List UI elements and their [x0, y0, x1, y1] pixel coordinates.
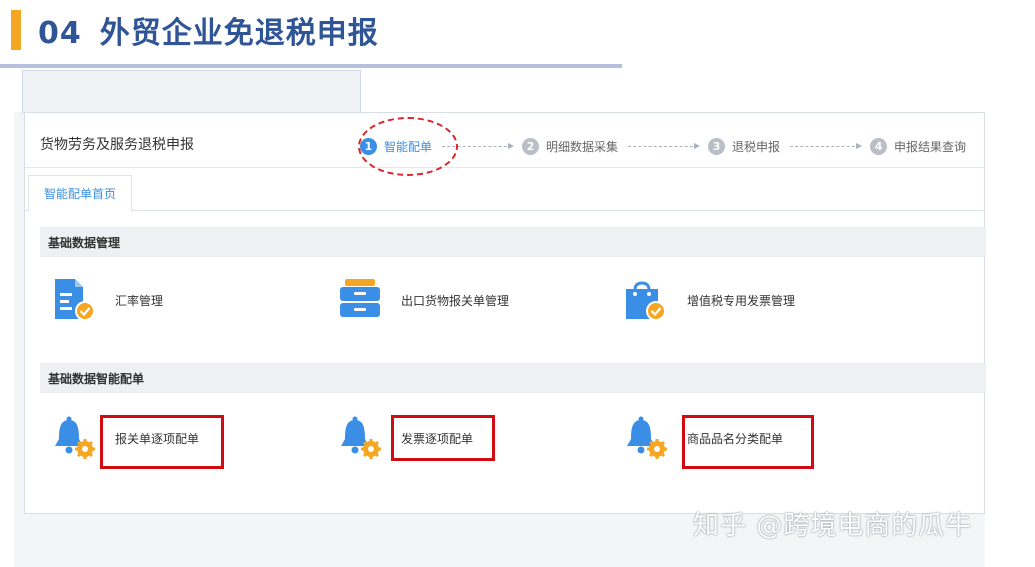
- tile-label: 增值税专用发票管理: [687, 293, 796, 308]
- step-4-label: 申报结果查询: [894, 139, 967, 154]
- highlight-box: [100, 415, 224, 469]
- bell-gear-icon: [623, 415, 669, 461]
- page-title: 货物劳务及服务退税申报: [40, 137, 194, 153]
- tile-customs-declaration[interactable]: 出口货物报关单管理: [337, 277, 509, 323]
- step-3[interactable]: 3 退税申报: [708, 137, 781, 155]
- cabinet-drawer-icon: [337, 277, 383, 323]
- tile-label: 汇率管理: [115, 293, 164, 308]
- bell-gear-icon: [337, 415, 383, 461]
- watermark: 知乎 @跨境电商的瓜牛: [693, 511, 973, 541]
- step-arrow: [790, 142, 863, 149]
- highlight-box: [682, 415, 814, 469]
- tile-label: 出口货物报关单管理: [401, 293, 510, 308]
- step-2-number: 2: [522, 137, 540, 155]
- section-basic-data-title: 基础数据管理: [40, 227, 986, 257]
- step-3-label: 退税申报: [732, 139, 781, 154]
- shopping-bag-check-icon: [623, 277, 669, 323]
- page-header: 货物劳务及服务退税申报 1 智能配单 2 明细数据采集 3 退税申报 4 申报结…: [25, 113, 984, 176]
- tab-smart-match-home[interactable]: 智能配单首页: [28, 175, 132, 212]
- bell-gear-icon: [51, 415, 97, 461]
- slide-number: 04: [38, 16, 82, 51]
- step-4-number: 4: [870, 137, 888, 155]
- slide-title-text: 外贸企业免退税申报: [99, 16, 379, 51]
- tile-vat-invoice[interactable]: 增值税专用发票管理: [623, 277, 795, 323]
- section-smart-match-title: 基础数据智能配单: [40, 363, 986, 393]
- main-panel: 货物劳务及服务退税申报 1 智能配单 2 明细数据采集 3 退税申报 4 申报结…: [24, 112, 986, 514]
- browser-tab-placeholder: [22, 70, 361, 114]
- step-3-number: 3: [708, 137, 726, 155]
- exchange-rate-document-icon: [51, 277, 97, 323]
- step-arrow: [628, 142, 701, 149]
- step-2[interactable]: 2 明细数据采集: [522, 137, 619, 155]
- slide-accent-bar: [11, 10, 21, 50]
- step-4[interactable]: 4 申报结果查询: [870, 137, 967, 155]
- tile-exchange-rate[interactable]: 汇率管理: [51, 277, 163, 323]
- highlight-box: [391, 415, 495, 461]
- highlight-ellipse: [358, 117, 458, 176]
- tab-bar: 智能配单首页: [25, 175, 984, 212]
- slide-title: 04 外贸企业免退税申报: [38, 8, 379, 52]
- slide-divider: [0, 64, 622, 68]
- step-2-label: 明细数据采集: [546, 139, 619, 154]
